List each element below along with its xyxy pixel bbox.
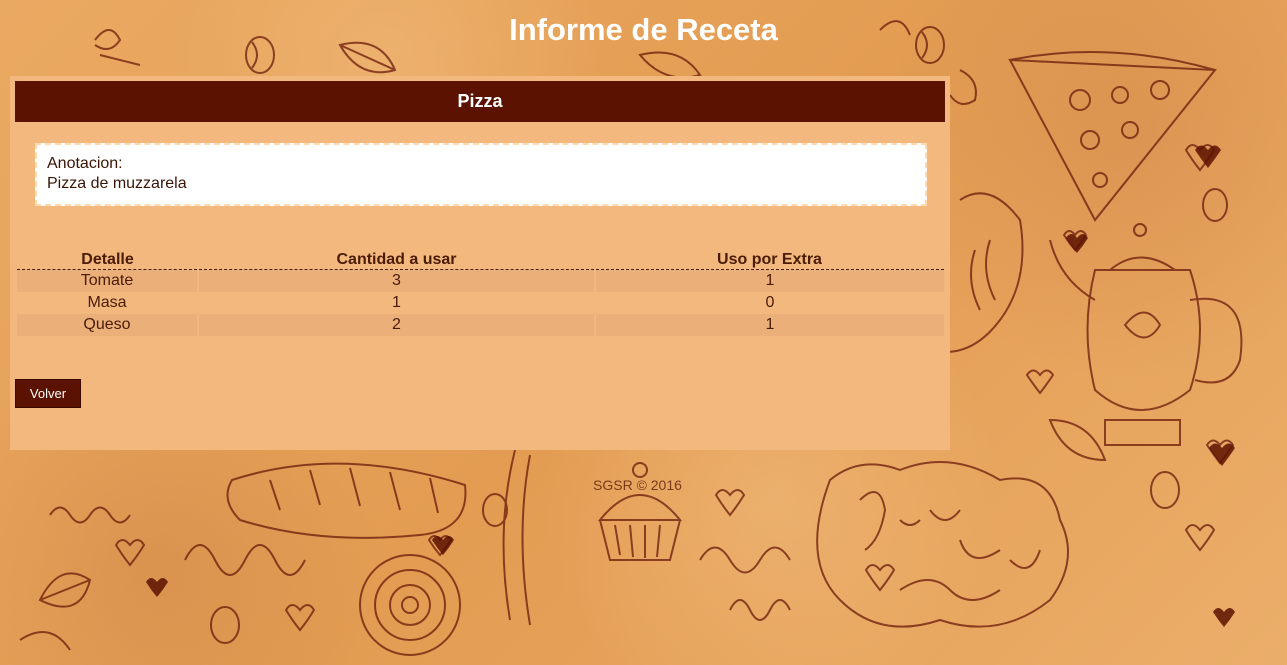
cell-detalle: Queso <box>17 314 199 336</box>
recipe-report-panel: Pizza Anotacion: Pizza de muzzarela Deta… <box>10 76 950 450</box>
cell-detalle: Masa <box>17 292 199 314</box>
table-row: Queso 2 1 <box>17 314 944 336</box>
cell-cantidad: 1 <box>198 292 596 314</box>
column-header-uso-extra: Uso por Extra <box>595 246 944 270</box>
cell-uso-extra: 0 <box>595 292 944 314</box>
table-row: Masa 1 0 <box>17 292 944 314</box>
cell-uso-extra: 1 <box>595 314 944 336</box>
cell-cantidad: 2 <box>198 314 596 336</box>
recipe-name-header: Pizza <box>15 81 945 122</box>
page-title: Informe de Receta <box>0 12 1287 48</box>
table-row: Tomate 3 1 <box>17 269 944 292</box>
footer-copyright: SGSR © 2016 <box>593 477 682 493</box>
ingredients-table: Detalle Cantidad a usar Uso por Extra To… <box>17 246 944 336</box>
cell-cantidad: 3 <box>198 269 596 292</box>
annotation-box: Anotacion: Pizza de muzzarela <box>35 143 927 206</box>
column-header-detalle: Detalle <box>17 246 198 270</box>
column-header-cantidad: Cantidad a usar <box>198 246 595 270</box>
back-button[interactable]: Volver <box>15 379 81 408</box>
page-title-text: Informe de Receta <box>509 12 778 47</box>
cell-detalle: Tomate <box>17 269 199 292</box>
cell-uso-extra: 1 <box>595 269 944 292</box>
annotation-label: Anotacion: <box>47 155 123 172</box>
annotation-text: Pizza de muzzarela <box>47 175 187 192</box>
table-header-row: Detalle Cantidad a usar Uso por Extra <box>17 246 944 270</box>
